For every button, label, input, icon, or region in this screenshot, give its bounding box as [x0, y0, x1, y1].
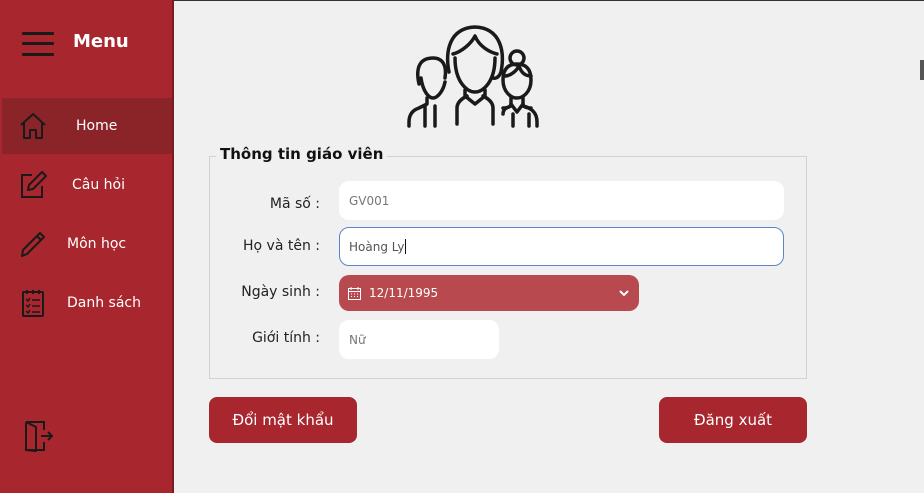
- checklist-icon: [22, 290, 44, 317]
- sidebar-item-label: Môn học: [67, 236, 127, 252]
- gender-label: Giới tính :: [252, 330, 320, 346]
- gender-value: Nữ: [349, 332, 366, 347]
- people-group-icon: [407, 25, 539, 128]
- name-value: Hoàng Ly: [349, 239, 405, 254]
- sidebar-item-label: Câu hỏi: [72, 177, 126, 193]
- logout-button[interactable]: Đăng xuất: [659, 397, 807, 443]
- teacher-info-title: Thông tin giáo viên: [216, 145, 388, 163]
- window-top-border: [174, 0, 924, 1]
- birth-date-picker[interactable]: 12/11/1995: [339, 275, 639, 311]
- menu-title: Menu: [73, 31, 129, 52]
- menu-toggle-button[interactable]: [22, 30, 54, 56]
- code-value: GV001: [349, 193, 390, 208]
- sidebar-item-list[interactable]: Danh sách: [0, 275, 172, 331]
- edit-icon: [21, 171, 47, 198]
- code-field[interactable]: GV001: [339, 181, 784, 220]
- window-edge-marker: [920, 60, 924, 80]
- logout-label: Đăng xuất: [693, 411, 773, 429]
- home-icon: [20, 113, 46, 139]
- text-caret: [405, 239, 407, 254]
- gender-field[interactable]: Nữ: [339, 320, 499, 359]
- change-password-button[interactable]: Đổi mật khẩu: [209, 397, 357, 443]
- sidebar-item-questions[interactable]: Câu hỏi: [0, 157, 172, 213]
- sidebar-divider: [172, 0, 174, 493]
- change-password-label: Đổi mật khẩu: [232, 411, 334, 429]
- sidebar-item-home[interactable]: Home: [2, 98, 172, 154]
- hamburger-icon[interactable]: [22, 30, 54, 56]
- sidebar-item-subjects[interactable]: Môn học: [0, 216, 172, 272]
- name-label: Họ và tên :: [243, 238, 320, 254]
- code-label: Mã số :: [269, 196, 320, 212]
- sidebar-item-label: Home: [76, 118, 118, 134]
- birth-label: Ngày sinh :: [241, 284, 320, 300]
- calendar-icon: [348, 286, 361, 300]
- exit-door-icon[interactable]: [24, 420, 54, 452]
- name-field[interactable]: Hoàng Ly: [339, 227, 784, 266]
- pencil-icon: [21, 232, 45, 257]
- birth-date-value: 12/11/1995: [369, 286, 439, 300]
- sidebar-item-label: Danh sách: [67, 295, 141, 311]
- chevron-down-icon[interactable]: [617, 286, 631, 300]
